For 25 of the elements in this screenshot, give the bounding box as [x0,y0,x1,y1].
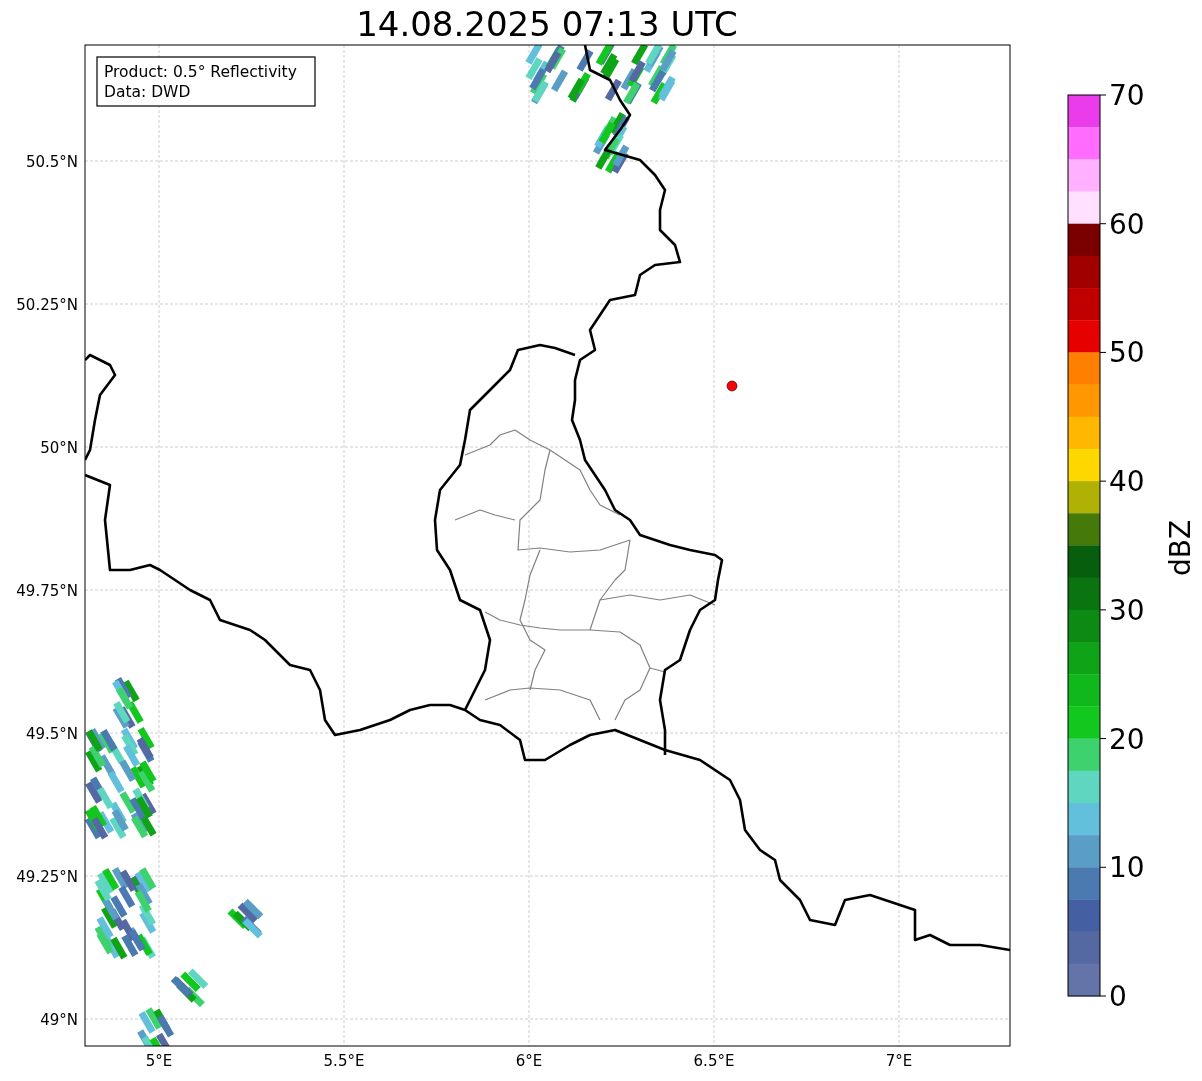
axis-tick-label: 5.5°E [323,1052,365,1070]
axis-tick-label: 50.5°N [25,153,78,171]
colorbar-tick-label: 60 [1109,207,1145,241]
axis-tick-label: 50°N [40,439,78,457]
plot-title: 14.08.2025 07:13 UTC [356,4,738,44]
axis-tick-label: 49°N [40,1011,78,1029]
axis-tick-label: 7°E [885,1052,913,1070]
location-dot [726,380,738,392]
colorbar-tick-label: 50 [1109,336,1145,370]
legend-text: Product: 0.5° Reflectivity [104,63,297,81]
axis-tick-label: 49.5°N [25,725,78,743]
colorbar-tick-label: 70 [1109,79,1145,112]
colorbar-tick-label: 40 [1109,465,1145,499]
colorbar-tick-label: 20 [1109,722,1145,756]
axis-tick-label: 49.25°N [16,868,78,886]
axis-tick-label: 6°E [515,1052,543,1070]
axis-tick-label: 50.25°N [16,296,78,314]
legend-text: Data: DWD [104,83,191,101]
axis-tick-label: 6.5°E [693,1052,735,1070]
axis-tick-label: 5°E [145,1052,173,1070]
colorbar-tick-label: 30 [1109,593,1145,627]
axis-tick-label: 49.75°N [16,582,78,600]
colorbar-label: dBZ [1164,519,1197,577]
colorbar-tick-label: 10 [1109,851,1145,885]
colorbar-tick-label: 0 [1109,980,1127,1013]
